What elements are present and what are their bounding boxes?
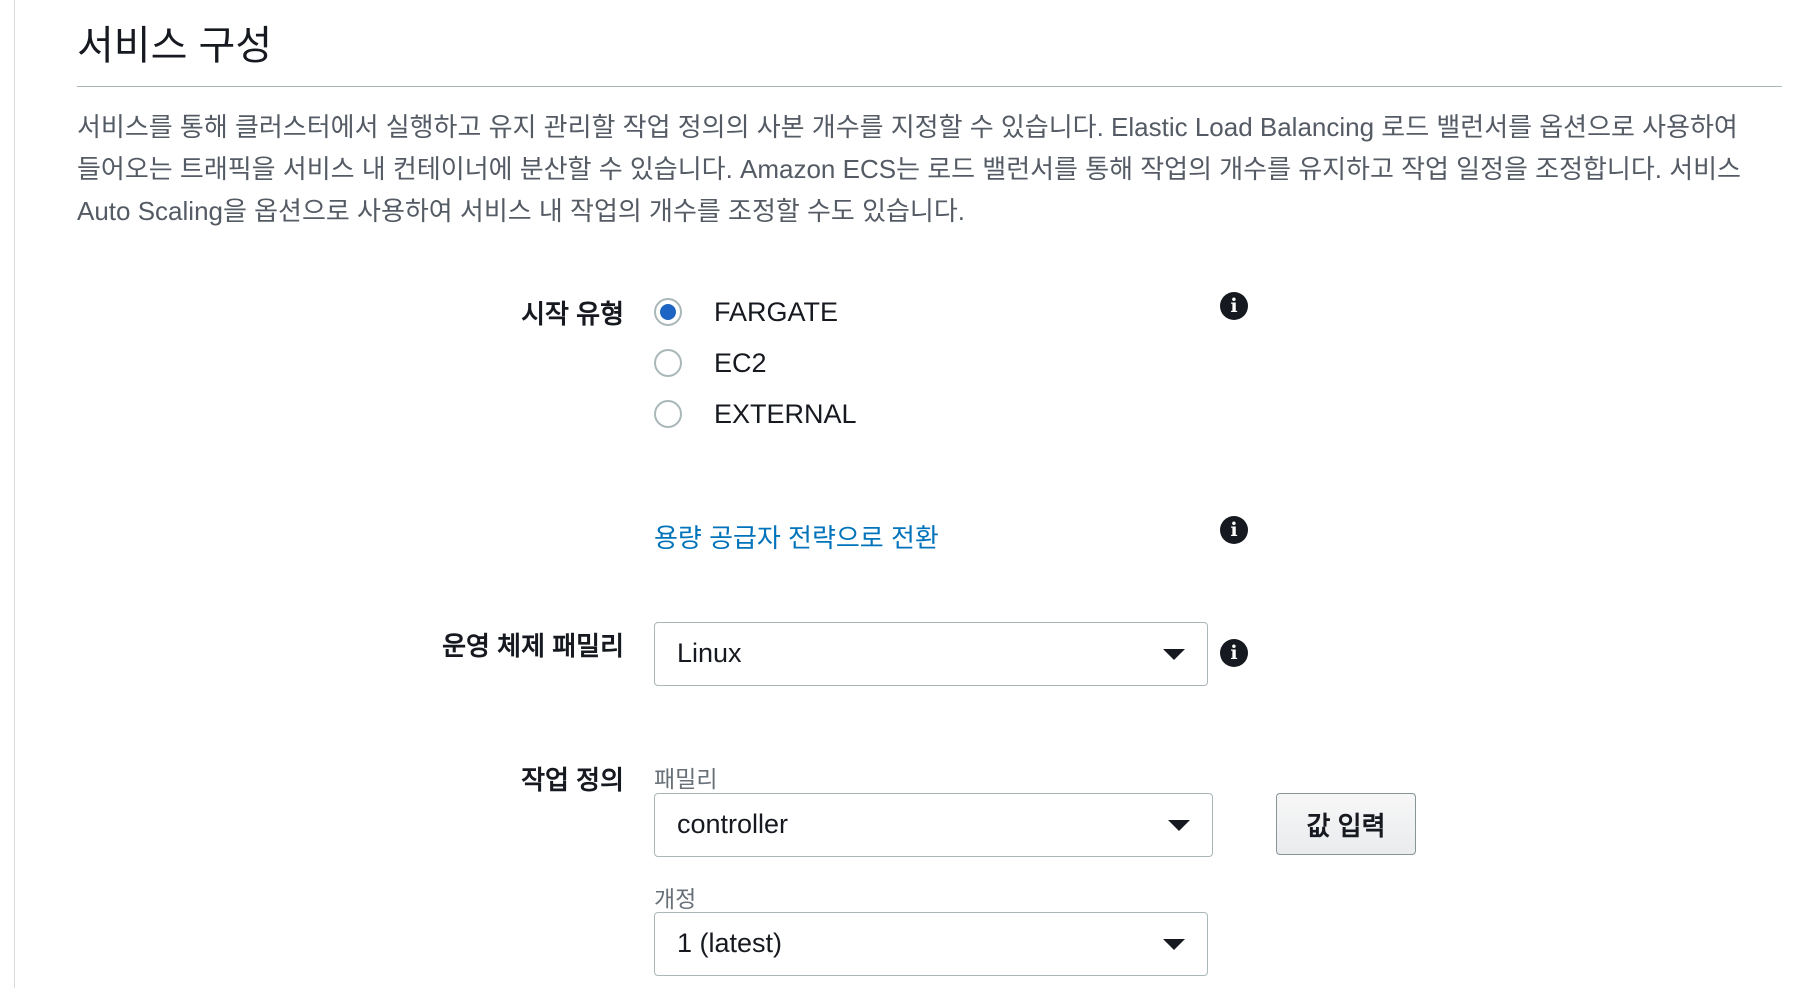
caret-down-icon <box>1163 649 1185 660</box>
family-sublabel: 패밀리 <box>654 766 718 792</box>
caret-down-icon <box>1168 820 1190 831</box>
radio-option-fargate[interactable]: FARGATE <box>654 292 838 332</box>
radio-external[interactable] <box>654 400 682 428</box>
task-revision-select[interactable]: 1 (latest) <box>654 912 1208 976</box>
radio-fargate[interactable] <box>654 298 682 326</box>
task-definition-label: 작업 정의 <box>521 765 624 795</box>
launch-type-label: 시작 유형 <box>521 299 624 329</box>
radio-ec2[interactable] <box>654 349 682 377</box>
left-border <box>14 0 15 988</box>
radio-label-fargate: FARGATE <box>714 296 839 327</box>
radio-label-ec2: EC2 <box>714 347 767 378</box>
section-description: 서비스를 통해 클러스터에서 실행하고 유지 관리할 작업 정의의 사본 개수를… <box>77 112 1741 226</box>
revision-sublabel: 개정 <box>654 886 697 912</box>
radio-option-ec2[interactable]: EC2 <box>654 343 767 383</box>
enter-value-button[interactable]: 값 입력 <box>1276 793 1416 855</box>
radio-selected-dot <box>660 304 676 320</box>
capacity-provider-info-icon[interactable]: i <box>1220 516 1248 544</box>
launch-type-info-icon[interactable]: i <box>1220 292 1248 320</box>
os-family-label: 운영 체제 패밀리 <box>442 631 624 661</box>
radio-label-external: EXTERNAL <box>714 398 857 429</box>
os-family-select[interactable]: Linux <box>654 622 1208 686</box>
task-family-value: controller <box>677 809 789 839</box>
os-family-value: Linux <box>677 638 742 668</box>
title-divider <box>77 86 1782 87</box>
radio-option-external[interactable]: EXTERNAL <box>654 394 857 434</box>
caret-down-icon <box>1163 939 1185 950</box>
os-family-info-icon[interactable]: i <box>1220 639 1248 667</box>
task-family-select[interactable]: controller <box>654 793 1213 857</box>
task-revision-value: 1 (latest) <box>677 928 783 958</box>
switch-capacity-provider-link[interactable]: 용량 공급자 전략으로 전환 <box>654 518 939 555</box>
page-title: 서비스 구성 <box>77 24 273 68</box>
